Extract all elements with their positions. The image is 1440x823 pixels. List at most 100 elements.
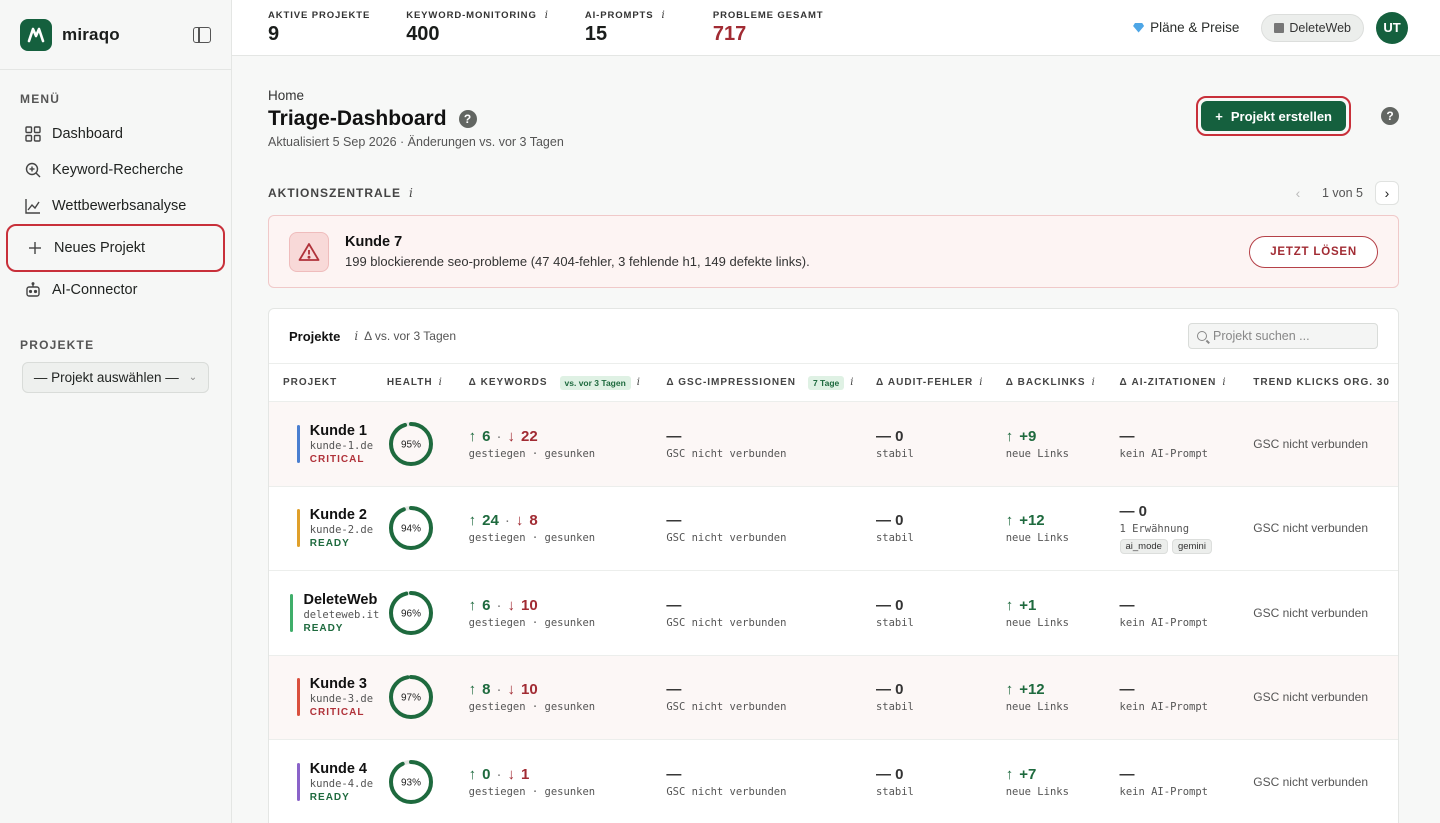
gsc-value: —	[666, 427, 682, 445]
info-icon[interactable]: i	[1222, 377, 1226, 388]
audit-cell: — 0 stabil	[876, 766, 1006, 798]
table-row[interactable]: DeleteWeb deleteweb.it READY 96% ↑ 6 · ↓ 1…	[269, 571, 1398, 656]
col-trend[interactable]: TREND KLICKS ORG. 30	[1253, 377, 1398, 388]
col-gsc[interactable]: Δ GSC-IMPRESSIONEN 7 Tage i	[666, 375, 876, 390]
table-header-row: PROJEKT HEALTH i Δ KEYWORDS vs. vor 3 Tage…	[269, 364, 1398, 402]
page-title: Triage-Dashboard	[268, 107, 447, 130]
sidebar-item-neues-projekt[interactable]: Neues Projekt	[6, 224, 225, 272]
project-cell[interactable]: Kunde 3 kunde-3.de CRITICAL	[269, 676, 387, 718]
keywords-down: 1	[521, 765, 530, 783]
stat-ai-prompts: AI-PROMPTS i 15	[585, 10, 677, 46]
project-color-bar	[296, 424, 300, 463]
info-icon[interactable]: i	[409, 186, 414, 200]
table-row[interactable]: Kunde 2 kunde-2.de READY 94% ↑24 · ↓8	[269, 487, 1398, 571]
arrow-up-icon: ↑	[468, 765, 477, 783]
arrow-up-icon: ↑	[1005, 681, 1014, 699]
sidebar-item-keyword-recherche[interactable]: Keyword-Recherche	[0, 152, 231, 188]
ai-cell: — kein AI-Prompt	[1120, 766, 1254, 798]
action-alert-card: Kunde 7 199 blockierende seo-probleme (4…	[268, 215, 1399, 288]
ai-source-tag: gemini	[1171, 538, 1212, 554]
info-icon[interactable]: i	[979, 377, 983, 388]
backlinks-cell: ↑ +9 neue Links	[1006, 428, 1120, 460]
trend-value: GSC nicht verbunden	[1253, 605, 1368, 620]
project-cell[interactable]: Kunde 1 kunde-1.de CRITICAL	[269, 423, 387, 465]
sidebar-item-label: Dashboard	[52, 126, 123, 142]
help-icon[interactable]: ?	[1381, 107, 1399, 125]
chevron-right-icon[interactable]: ›	[1375, 181, 1399, 205]
sidebar-toggle-icon[interactable]	[193, 26, 211, 43]
project-color-bar	[290, 593, 294, 632]
info-icon[interactable]: i	[439, 377, 443, 388]
ai-cell: — kein AI-Prompt	[1120, 597, 1254, 629]
health-cell: 94%	[387, 504, 469, 552]
health-cell: 93%	[387, 758, 469, 806]
gsc-cell: — GSC nicht verbunden	[666, 681, 876, 713]
sidebar-item-dashboard[interactable]: Dashboard	[0, 116, 231, 152]
col-ai-zitationen[interactable]: Δ AI-ZITATIONEN i	[1120, 377, 1254, 388]
status-badge: CRITICAL	[309, 453, 365, 465]
avatar[interactable]: UT	[1376, 11, 1408, 44]
action-pager: ‹ 1 von 5 ›	[1286, 181, 1399, 205]
health-gauge: 96%	[388, 590, 433, 635]
info-icon[interactable]: i	[354, 329, 358, 343]
trend-cell: GSC nicht verbunden	[1253, 437, 1398, 451]
action-center-label: AKTIONSZENTRALE	[268, 186, 401, 200]
trend-cell: GSC nicht verbunden	[1253, 775, 1398, 789]
stat-value: 400	[406, 22, 440, 45]
project-cell[interactable]: Kunde 4 kunde-4.de READY	[269, 761, 387, 803]
ai-value: —	[1119, 681, 1135, 699]
table-row[interactable]: Kunde 3 kunde-3.de CRITICAL 97% ↑ 8 · ↓ 10	[269, 655, 1398, 740]
solve-now-button[interactable]: JETZT LÖSEN	[1249, 235, 1378, 268]
sidebar: miraqo MENÜ Dashboard Keyword-Recherche …	[0, 0, 232, 823]
plans-link[interactable]: Pläne & Preise	[1133, 20, 1239, 35]
keywords-sub: gestiegen · gesunken	[468, 447, 596, 460]
help-icon[interactable]: ?	[458, 110, 477, 128]
col-backlinks[interactable]: Δ BACKLINKS i	[1006, 377, 1120, 388]
project-cell[interactable]: DeleteWeb deleteweb.it READY	[269, 592, 387, 634]
stat-value: 15	[584, 22, 608, 45]
ai-source-tag: ai_mode	[1119, 538, 1168, 554]
info-icon[interactable]: i	[637, 377, 641, 388]
health-gauge: 97%	[388, 675, 433, 720]
table-row[interactable]: Kunde 4 kunde-4.de READY 93% ↑ 0 · ↓ 1 g…	[269, 740, 1398, 823]
info-icon[interactable]: i	[850, 377, 854, 388]
col-health[interactable]: HEALTH i	[387, 377, 469, 388]
audit-cell: — 0 stabil	[876, 512, 1006, 544]
chevron-left-icon[interactable]: ‹	[1286, 181, 1310, 205]
health-value: 97%	[401, 693, 421, 704]
stat-label: AI-PROMPTS	[584, 9, 654, 21]
top-bar: AKTIVE PROJEKTE 9 KEYWORD-MONITORING i 40…	[232, 0, 1440, 56]
create-project-button[interactable]: + Projekt erstellen	[1201, 101, 1346, 131]
audit-value: — 0	[875, 681, 904, 699]
project-select[interactable]: — Projekt auswählen — ⌄	[22, 362, 209, 393]
logo-icon[interactable]	[20, 18, 52, 51]
col-projekt[interactable]: PROJEKT	[269, 377, 387, 388]
project-domain: kunde-2.de	[309, 524, 374, 537]
info-icon[interactable]: i	[545, 10, 549, 21]
search-icon	[1197, 331, 1207, 341]
menu-label: MENÜ	[20, 92, 61, 106]
info-icon[interactable]: i	[1092, 377, 1096, 388]
col-audit[interactable]: Δ AUDIT-FEHLER i	[876, 377, 1006, 388]
project-search-input[interactable]: Projekt suchen ...	[1188, 323, 1378, 349]
table-row[interactable]: Kunde 1 kunde-1.de CRITICAL 95% ↑ 6 · ↓ 22	[269, 402, 1398, 487]
sidebar-item-ai-connector[interactable]: AI-Connector	[0, 272, 231, 308]
gsc-sub: GSC nicht verbunden	[666, 616, 787, 629]
trend-value: GSC nicht verbunden	[1253, 690, 1368, 705]
workspace-chip[interactable]: DeleteWeb	[1261, 13, 1364, 42]
health-cell: 97%	[387, 673, 469, 721]
backlinks-cell: ↑ +12 neue Links	[1006, 681, 1120, 713]
sidebar-item-wettbewerbsanalyse[interactable]: Wettbewerbsanalyse	[0, 188, 231, 224]
backlinks-cell: ↑ +12 neue Links	[1006, 512, 1120, 544]
gsc-cell: — GSC nicht verbunden	[666, 597, 876, 629]
gem-icon	[1133, 22, 1145, 33]
backlinks-cell: ↑ +1 neue Links	[1006, 597, 1120, 629]
project-select-value: — Projekt auswählen —	[33, 370, 179, 385]
brand-header: miraqo	[0, 0, 231, 70]
health-value: 94%	[401, 524, 421, 535]
keywords-up: 24	[482, 512, 499, 530]
col-keywords[interactable]: Δ KEYWORDS vs. vor 3 Tagen i	[469, 375, 667, 390]
info-icon[interactable]: i	[662, 10, 666, 21]
ai-sub: kein AI-Prompt	[1119, 616, 1209, 629]
project-cell[interactable]: Kunde 2 kunde-2.de READY	[269, 507, 387, 549]
